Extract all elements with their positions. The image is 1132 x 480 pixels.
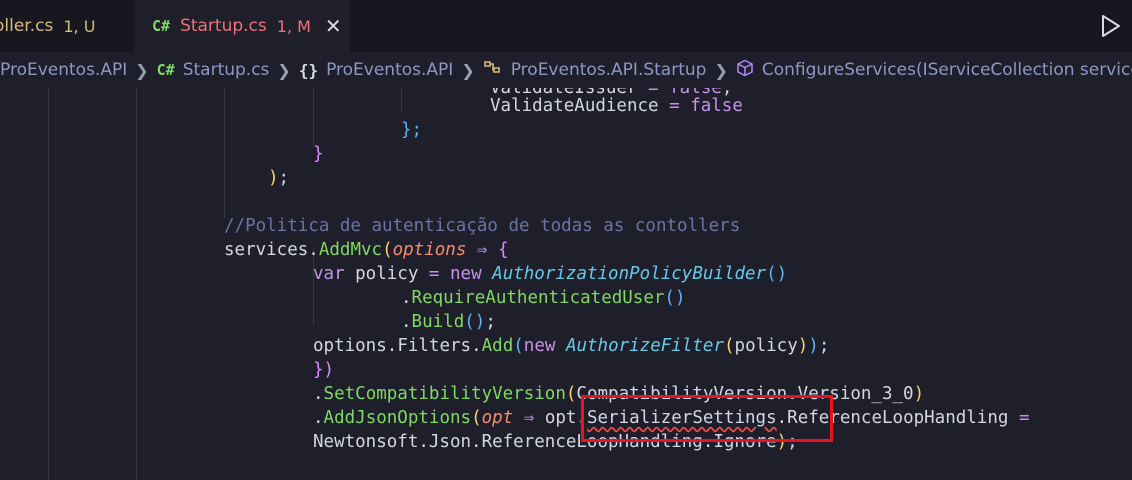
indent-guide — [401, 88, 402, 112]
tab-startup[interactable]: C# Startup.cs 1, M ✕ — [134, 0, 350, 52]
tab-filename: oller.cs — [0, 16, 54, 36]
code-line: }; — [401, 120, 423, 140]
namespace-icon: {} — [298, 60, 319, 80]
breadcrumb-label: ConfigureServices(IServiceCollection ser… — [761, 60, 1132, 80]
indent-guide — [48, 88, 49, 480]
tab-filename: Startup.cs — [180, 16, 267, 36]
code-line: }) — [313, 360, 335, 380]
code-line: .RequireAuthenticatedUser() — [401, 288, 686, 308]
code-line: Newtonsoft.Json.ReferenceLoopHandling.Ig… — [313, 432, 798, 452]
class-icon — [483, 59, 503, 82]
chevron-right-icon: ❯ — [714, 60, 728, 80]
tab-bar: oller.cs 1, U C# Startup.cs 1, M ✕ — [0, 0, 1132, 53]
indent-guide — [136, 88, 137, 480]
indent-guide — [313, 88, 314, 146]
code-line: .AddJsonOptions(opt ⇒ opt.SerializerSett… — [313, 408, 1030, 428]
tab-status: 1, M — [276, 16, 311, 36]
tab-controller[interactable]: oller.cs 1, U — [0, 0, 124, 52]
indent-guide — [224, 88, 225, 218]
chevron-right-icon: ❯ — [461, 60, 475, 80]
code-line: .SetCompatibilityVersion(CompatibilityVe… — [313, 384, 925, 404]
breadcrumb: ProEventos.API ❯ C# Startup.cs ❯ {} ProE… — [0, 52, 1132, 88]
breadcrumb-label: Startup.cs — [182, 60, 270, 80]
method-icon — [736, 59, 754, 82]
code-line: options.Filters.Add(new AuthorizeFilter(… — [313, 336, 830, 356]
csharp-file-icon: C# — [152, 17, 171, 35]
code-line: services.AddMvc(options ⇒ { — [224, 240, 509, 260]
code-comment: //Politica de autenticação de todas as c… — [224, 216, 741, 236]
breadcrumb-class[interactable]: ProEventos.API.Startup — [483, 59, 707, 82]
code-line: } — [313, 144, 324, 164]
code-line: .Build(); — [401, 312, 496, 332]
code-line: ); — [268, 168, 290, 188]
code-editor[interactable]: ValidateIssuer = false; ValidateAudience… — [0, 88, 1132, 480]
breadcrumb-file[interactable]: C# Startup.cs — [157, 60, 270, 80]
chevron-right-icon: ❯ — [135, 60, 149, 80]
tab-status: 1, U — [63, 16, 96, 36]
breadcrumb-label: ProEventos.API — [326, 60, 454, 80]
csharp-file-icon: C# — [156, 61, 175, 79]
code-line: var policy = new AuthorizationPolicyBuil… — [313, 264, 788, 284]
run-icon — [1102, 15, 1120, 37]
run-button[interactable] — [1096, 12, 1124, 40]
breadcrumb-project[interactable]: ProEventos.API — [0, 60, 127, 80]
code-line: ValidateAudience = false — [490, 96, 743, 116]
breadcrumb-method[interactable]: ConfigureServices(IServiceCollection ser… — [736, 59, 1132, 82]
breadcrumb-label: ProEventos.API.Startup — [510, 60, 707, 80]
chevron-right-icon: ❯ — [277, 60, 291, 80]
close-icon[interactable]: ✕ — [325, 14, 342, 38]
breadcrumb-label: ProEventos.API — [0, 60, 128, 80]
error-squiggle: SerializerSettings — [586, 408, 777, 428]
breadcrumb-namespace[interactable]: {} ProEventos.API — [299, 60, 454, 80]
